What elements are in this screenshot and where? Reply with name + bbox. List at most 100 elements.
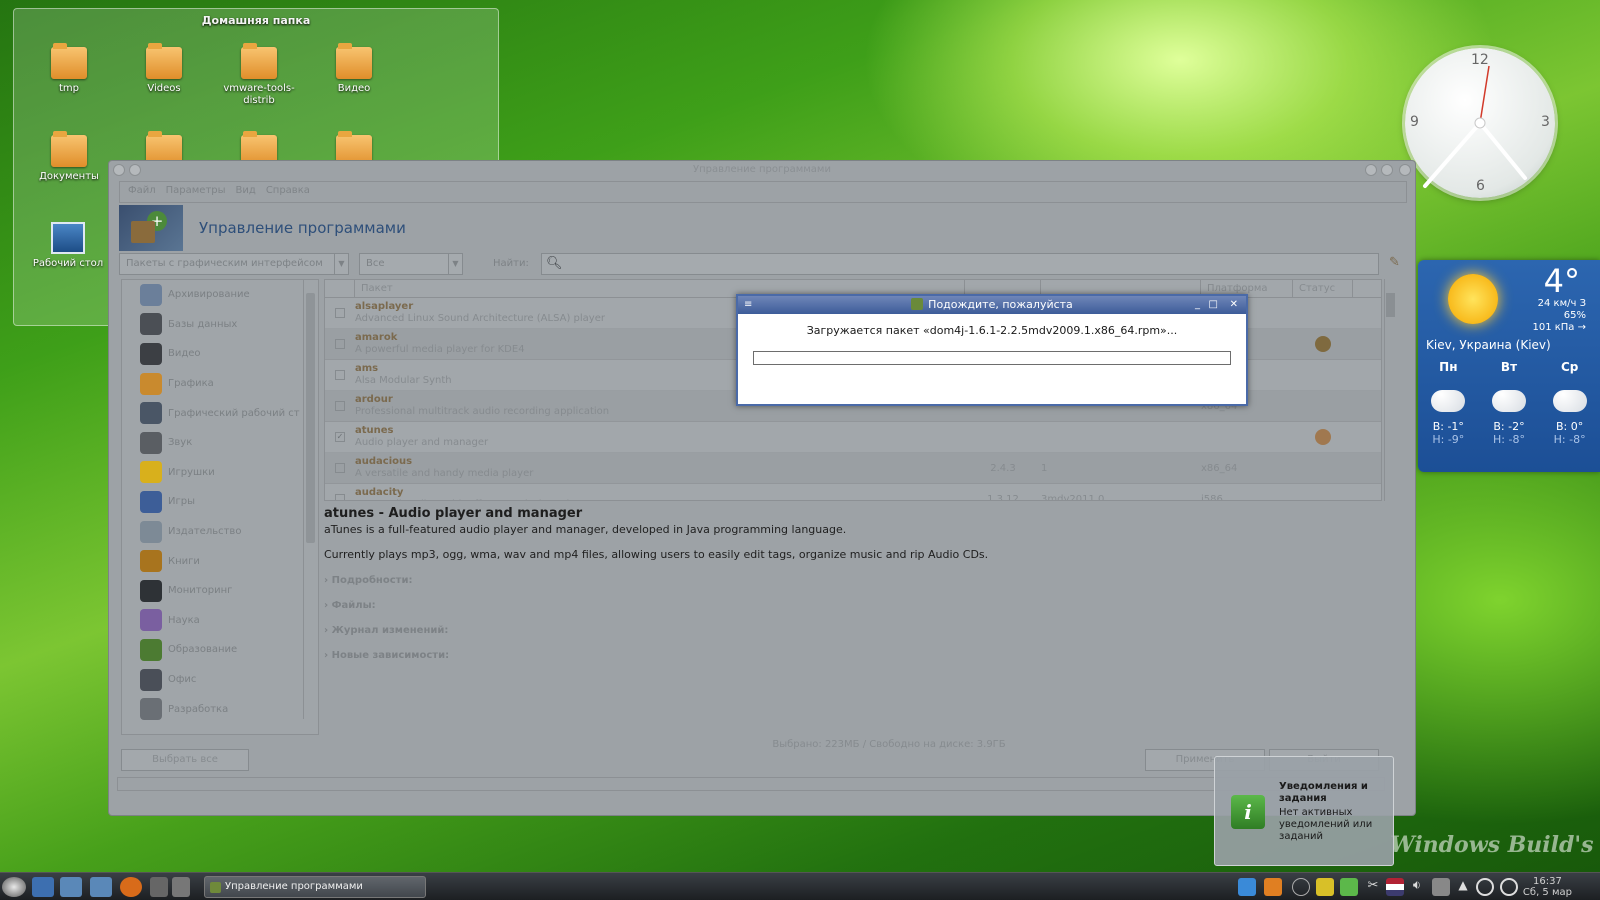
category-label: Офис [168, 674, 197, 686]
smiley-icon [140, 461, 162, 484]
table-row[interactable]: audacious A versatile and handy media pla… [325, 453, 1381, 484]
folder-video-ru[interactable]: Видео [306, 43, 402, 95]
window-pin-icon[interactable] [129, 164, 141, 176]
table-row[interactable]: ✓ atunes Audio player and manager [325, 422, 1381, 453]
category-item[interactable]: Наука [122, 606, 318, 636]
network-icon[interactable] [1340, 878, 1358, 896]
pager-desktop-2[interactable] [172, 877, 190, 897]
section-details[interactable]: › Подробности: [324, 575, 1398, 586]
category-item[interactable]: Архивирование [122, 280, 318, 310]
folder-videos[interactable]: Videos [116, 43, 212, 95]
package-description: Professional multitrack audio recording … [355, 406, 610, 417]
folder-documents[interactable]: Документы [21, 131, 117, 183]
package-release: 3mdv2011.0 [1041, 493, 1105, 501]
select-all-button[interactable]: Выбрать все [121, 749, 249, 771]
scrollbar-thumb[interactable] [306, 293, 315, 543]
package-type-select[interactable]: Пакеты с графическим интерфейсом ▼ [119, 253, 349, 275]
search-label: Найти: [493, 258, 529, 269]
volume-icon[interactable]: 🔉︎ [1408, 878, 1426, 896]
menu-options[interactable]: Параметры [166, 185, 226, 199]
category-item[interactable]: Графика [122, 369, 318, 399]
scissors-icon[interactable]: ✂ [1364, 878, 1382, 896]
dialog-menu-icon[interactable]: ≡ [744, 296, 752, 314]
category-item[interactable]: Образование [122, 635, 318, 665]
menu-help[interactable]: Справка [266, 185, 310, 199]
window-menu-icon[interactable] [113, 164, 125, 176]
category-item[interactable]: Разработка [122, 694, 318, 724]
column-header-check [325, 280, 355, 297]
close-icon[interactable]: ✕ [1230, 296, 1238, 314]
keyboard-layout-flag-icon[interactable] [1386, 878, 1404, 896]
minimize-icon[interactable] [1365, 164, 1377, 176]
package-checkbox[interactable] [335, 308, 345, 318]
update-download-icon[interactable] [1264, 878, 1282, 896]
package-checkbox[interactable]: ✓ [335, 432, 345, 442]
category-item[interactable]: Видео [122, 339, 318, 369]
section-new-deps[interactable]: › Новые зависимости: [324, 650, 1398, 661]
package-version: 1.3.12 [987, 493, 1019, 501]
category-item[interactable]: Игры [122, 487, 318, 517]
package-release: 1 [1041, 462, 1048, 474]
chevron-down-icon: ▼ [448, 254, 462, 274]
package-checkbox[interactable] [335, 494, 345, 500]
menu-file[interactable]: Файл [128, 185, 156, 199]
category-item[interactable]: Игрушки [122, 458, 318, 488]
desktop-shortcut[interactable]: Рабочий стол [20, 222, 116, 269]
package-type-value: Пакеты с графическим интерфейсом [126, 258, 323, 269]
search-input[interactable]: 🔍︎ [541, 253, 1379, 275]
forecast-high: В: 0° [1556, 420, 1584, 433]
menu-view[interactable]: Вид [236, 185, 256, 199]
folder-label: Документы [39, 171, 99, 182]
minimize-icon[interactable]: _ [1195, 296, 1200, 314]
start-menu-icon[interactable] [2, 877, 26, 897]
table-row[interactable]: audacityFree Audio Editor with Effects/A… [325, 484, 1381, 501]
info-tray-icon[interactable] [1292, 878, 1310, 896]
category-list: Архивирование Базы данных Видео Графика … [121, 279, 319, 735]
category-item[interactable]: Книги [122, 546, 318, 576]
scrollbar-thumb[interactable] [1386, 293, 1395, 317]
section-changelog[interactable]: › Журнал изменений: [324, 625, 1398, 636]
pager-desktop-1[interactable] [150, 877, 168, 897]
maximize-icon[interactable] [1381, 164, 1393, 176]
package-checkbox[interactable] [335, 463, 345, 473]
category-item[interactable]: Базы данных [122, 310, 318, 340]
category-item[interactable]: Звук [122, 428, 318, 458]
package-checkbox[interactable] [335, 401, 345, 411]
detail-description: Currently plays mp3, ogg, wma, wav and m… [324, 548, 989, 561]
category-scrollbar[interactable] [303, 279, 317, 719]
package-version: 2.4.3 [990, 462, 1016, 474]
package-scrollbar[interactable] [1384, 279, 1396, 501]
power-icon[interactable] [1476, 878, 1494, 896]
category-item[interactable]: Издательство [122, 517, 318, 547]
tools-icon[interactable] [60, 877, 82, 897]
settings-tray-icon[interactable] [1500, 878, 1518, 896]
shield-icon[interactable] [1316, 878, 1334, 896]
forecast-day-name: Ср [1560, 360, 1579, 374]
section-label: Журнал изменений: [331, 625, 449, 636]
folder-tmp[interactable]: tmp [21, 43, 117, 95]
book-icon [140, 550, 162, 573]
clear-search-icon[interactable]: ✎ [1389, 255, 1400, 270]
maximize-icon[interactable]: □ [1209, 296, 1218, 314]
chevron-down-icon: ▼ [334, 254, 348, 274]
expand-tray-icon[interactable]: ▲ [1454, 878, 1472, 896]
taskbar-clock[interactable]: 16:37 Сб, 5 мар [1523, 876, 1572, 898]
category-item[interactable]: Мониторинг [122, 576, 318, 606]
task-software-manager[interactable]: Управление программами [204, 876, 426, 898]
device-notifier-icon[interactable] [1432, 878, 1450, 896]
category-item[interactable]: Офис [122, 665, 318, 695]
section-files[interactable]: › Файлы: [324, 600, 1398, 611]
forecast-low: Н: -9° [1432, 433, 1465, 446]
package-status-icon [1315, 336, 1331, 352]
close-icon[interactable] [1399, 164, 1411, 176]
browser-icon[interactable] [120, 877, 142, 897]
settings-icon[interactable] [90, 877, 112, 897]
status-filter-select[interactable]: Все ▼ [359, 253, 463, 275]
package-checkbox[interactable] [335, 370, 345, 380]
package-checkbox[interactable] [335, 339, 345, 349]
column-header-status[interactable]: Статус [1293, 280, 1353, 297]
category-item[interactable]: Графический рабочий ст [122, 398, 318, 428]
folder-vmware-tools[interactable]: vmware-tools-distrib [211, 43, 307, 107]
show-desktop-icon[interactable] [32, 877, 54, 897]
network-graph-icon[interactable] [1238, 878, 1256, 896]
